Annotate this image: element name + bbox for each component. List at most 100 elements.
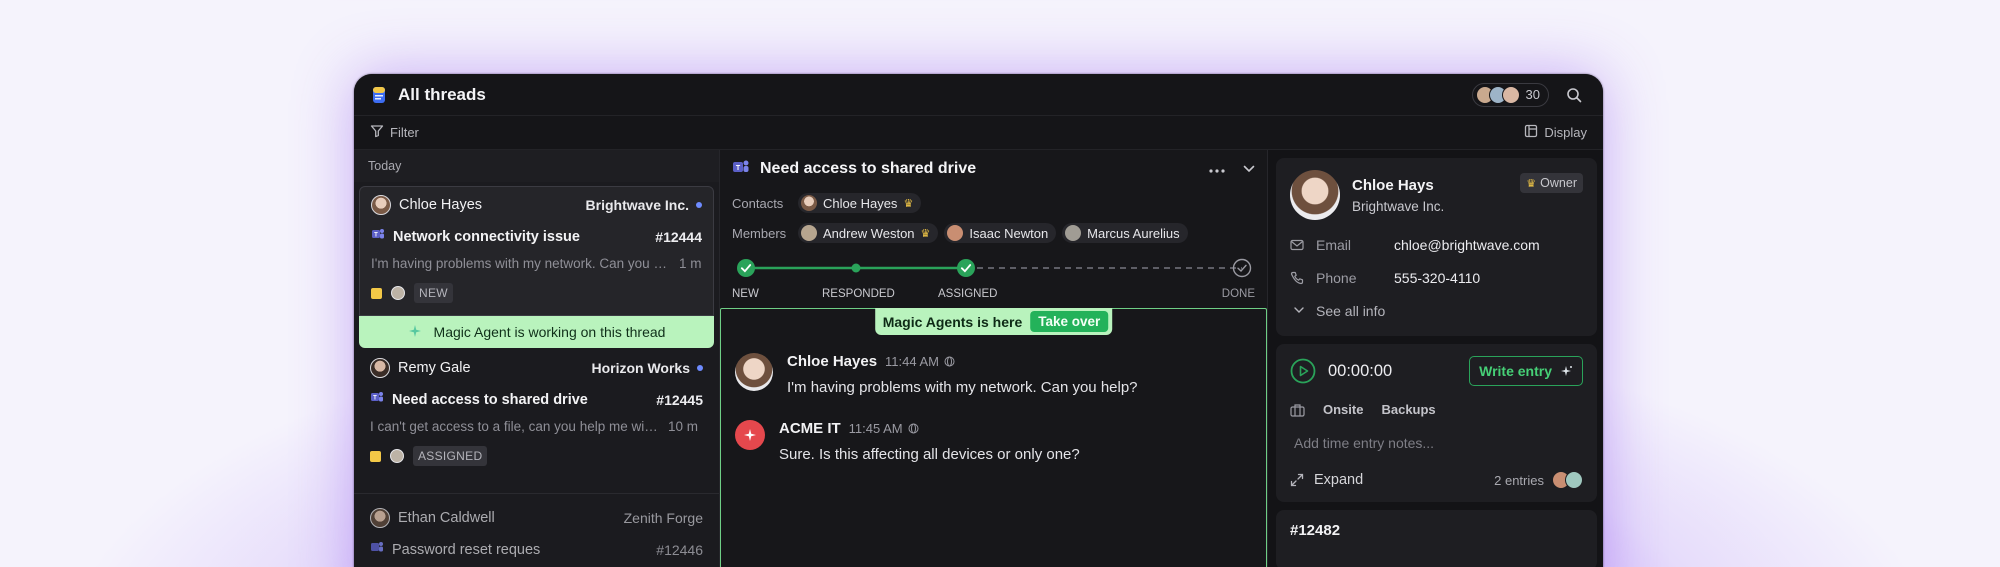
related-ticket-panel[interactable]: #12482 bbox=[1276, 510, 1597, 567]
team-count: 30 bbox=[1525, 87, 1540, 102]
phone-icon bbox=[1290, 271, 1304, 285]
timer-display: 00:00:00 bbox=[1328, 361, 1393, 380]
details-sidebar: Chloe Hays Brightwave Inc. ♛ Owner Email… bbox=[1268, 150, 1603, 567]
contacts-row: Contacts Chloe Hayes ♛ bbox=[720, 188, 1267, 218]
member-chip[interactable]: Andrew Weston ♛ bbox=[798, 223, 939, 243]
message-time: 11:45 AM bbox=[848, 421, 903, 436]
teams-icon: T bbox=[732, 159, 750, 180]
avatar bbox=[735, 353, 773, 391]
svg-text:T: T bbox=[374, 233, 378, 239]
more-options-icon[interactable] bbox=[1209, 160, 1225, 178]
step-label-done: DONE bbox=[1221, 288, 1255, 300]
avatar bbox=[391, 286, 405, 300]
contact-company: Brightwave Inc. bbox=[1352, 198, 1445, 214]
step-new-check-icon bbox=[737, 259, 755, 277]
acme-logo-icon bbox=[735, 420, 765, 450]
avatar bbox=[801, 195, 817, 211]
play-icon[interactable] bbox=[1290, 358, 1316, 384]
member-chip-name: Andrew Weston bbox=[823, 225, 915, 241]
magic-banner-text: Magic Agents is here bbox=[882, 313, 1023, 330]
svg-text:T: T bbox=[736, 165, 741, 172]
message-text: Sure. Is this affecting all devices or o… bbox=[779, 446, 1080, 463]
message-text: I'm having problems with my network. Can… bbox=[787, 379, 1138, 396]
crown-icon: ♛ bbox=[903, 197, 914, 210]
role-label: Owner bbox=[1540, 176, 1577, 190]
avatar bbox=[370, 358, 390, 378]
group-header: Today bbox=[354, 150, 719, 182]
thread-title: Need access to shared drive bbox=[760, 160, 977, 177]
thread-card[interactable]: Remy Gale Horizon Works T Need access to… bbox=[354, 348, 719, 494]
crown-icon: ♛ bbox=[920, 227, 931, 240]
team-avatars-button[interactable]: 30 bbox=[1471, 82, 1549, 107]
globe-icon bbox=[908, 423, 919, 434]
time-tag[interactable]: Backups bbox=[1381, 402, 1435, 417]
take-over-button[interactable]: Take over bbox=[1030, 311, 1109, 332]
app-window: All threads 30 Filter Display Today Chlo… bbox=[354, 74, 1603, 567]
message: ACME IT 11:45 AM Sure. Is this affecting… bbox=[721, 420, 1266, 463]
contact-name: Remy Gale bbox=[398, 360, 471, 376]
thread-time: 1 m bbox=[679, 256, 702, 271]
status-badge: NEW bbox=[414, 283, 453, 303]
filter-button[interactable]: Filter bbox=[370, 124, 419, 141]
company-name: Horizon Works bbox=[591, 360, 690, 376]
step-label-responded: RESPONDED bbox=[822, 288, 895, 300]
members-row: Members Andrew Weston ♛ Isaac Newton Mar… bbox=[720, 218, 1267, 248]
member-chip[interactable]: Isaac Newton bbox=[944, 223, 1057, 243]
chevron-down-icon[interactable] bbox=[1243, 160, 1255, 178]
time-notes-input[interactable]: Add time entry notes... bbox=[1294, 435, 1583, 451]
magic-agents-banner: Magic Agents is here Take over bbox=[874, 308, 1113, 335]
contact-panel: Chloe Hays Brightwave Inc. ♛ Owner Email… bbox=[1276, 158, 1597, 336]
search-icon[interactable] bbox=[1561, 82, 1587, 108]
display-button[interactable]: Display bbox=[1524, 124, 1587, 141]
avatar bbox=[390, 449, 404, 463]
email-label: Email bbox=[1316, 236, 1352, 253]
sparkle-icon bbox=[408, 324, 422, 341]
write-entry-button[interactable]: Write entry bbox=[1469, 356, 1583, 386]
contacts-label: Contacts bbox=[732, 195, 784, 211]
thread-detail: T Need access to shared drive Contacts C… bbox=[720, 150, 1268, 567]
chevron-down-icon bbox=[1294, 307, 1304, 314]
contact-chip[interactable]: Chloe Hayes ♛ bbox=[798, 193, 922, 213]
member-chip-name: Marcus Aurelius bbox=[1087, 225, 1180, 241]
agent-working-banner: Magic Agent is working on this thread bbox=[359, 316, 714, 348]
related-ticket-number: #12482 bbox=[1290, 522, 1341, 539]
sparkle-icon bbox=[1560, 365, 1573, 378]
ticket-number: #12446 bbox=[656, 541, 703, 558]
teams-icon: T bbox=[371, 227, 385, 246]
status-badge: ASSIGNED bbox=[413, 446, 488, 466]
globe-icon bbox=[944, 356, 955, 367]
display-label: Display bbox=[1544, 125, 1587, 140]
member-chip[interactable]: Marcus Aurelius bbox=[1062, 223, 1188, 243]
entries-count: 2 entries bbox=[1494, 472, 1544, 488]
priority-tag bbox=[370, 450, 381, 462]
unread-dot bbox=[697, 365, 703, 371]
message-author: ACME IT bbox=[779, 420, 841, 437]
contact-chip-name: Chloe Hayes bbox=[823, 195, 898, 211]
ticket-number: #12444 bbox=[655, 228, 702, 245]
message: Chloe Hayes 11:44 AM I'm having problems… bbox=[721, 353, 1266, 396]
svg-text:T: T bbox=[373, 396, 377, 402]
page-title: All threads bbox=[398, 84, 486, 104]
email-value[interactable]: chloe@brightwave.com bbox=[1394, 237, 1540, 253]
write-entry-label: Write entry bbox=[1479, 363, 1552, 379]
message-preview: I can't get access to a file, can you he… bbox=[370, 419, 660, 434]
thread-subject: Password reset reques bbox=[392, 541, 541, 558]
status-progress: NEW RESPONDED ASSIGNED DONE bbox=[732, 248, 1255, 304]
expand-icon[interactable] bbox=[1290, 473, 1304, 487]
step-label-assigned: ASSIGNED bbox=[938, 288, 998, 300]
thread-card[interactable]: Ethan Caldwell Zenith Forge Password res… bbox=[354, 494, 719, 559]
unread-dot bbox=[696, 202, 702, 208]
avatar bbox=[801, 225, 817, 241]
message-time: 11:44 AM bbox=[885, 354, 940, 369]
thread-card-selected[interactable]: Chloe Hayes Brightwave Inc. T Network co… bbox=[359, 186, 714, 316]
see-all-info-button[interactable]: See all info bbox=[1290, 294, 1583, 327]
avatar bbox=[947, 225, 964, 241]
time-tracking-panel: 00:00:00 Write entry Onsite Backups Add … bbox=[1276, 344, 1597, 502]
filter-icon bbox=[370, 124, 384, 141]
member-chip-name: Isaac Newton bbox=[969, 225, 1049, 241]
expand-label[interactable]: Expand bbox=[1314, 472, 1363, 488]
role-badge: ♛ Owner bbox=[1520, 173, 1583, 193]
time-tag[interactable]: Onsite bbox=[1323, 402, 1363, 417]
step-responded-dot-icon bbox=[851, 263, 861, 273]
phone-value[interactable]: 555-320-4110 bbox=[1394, 270, 1480, 286]
